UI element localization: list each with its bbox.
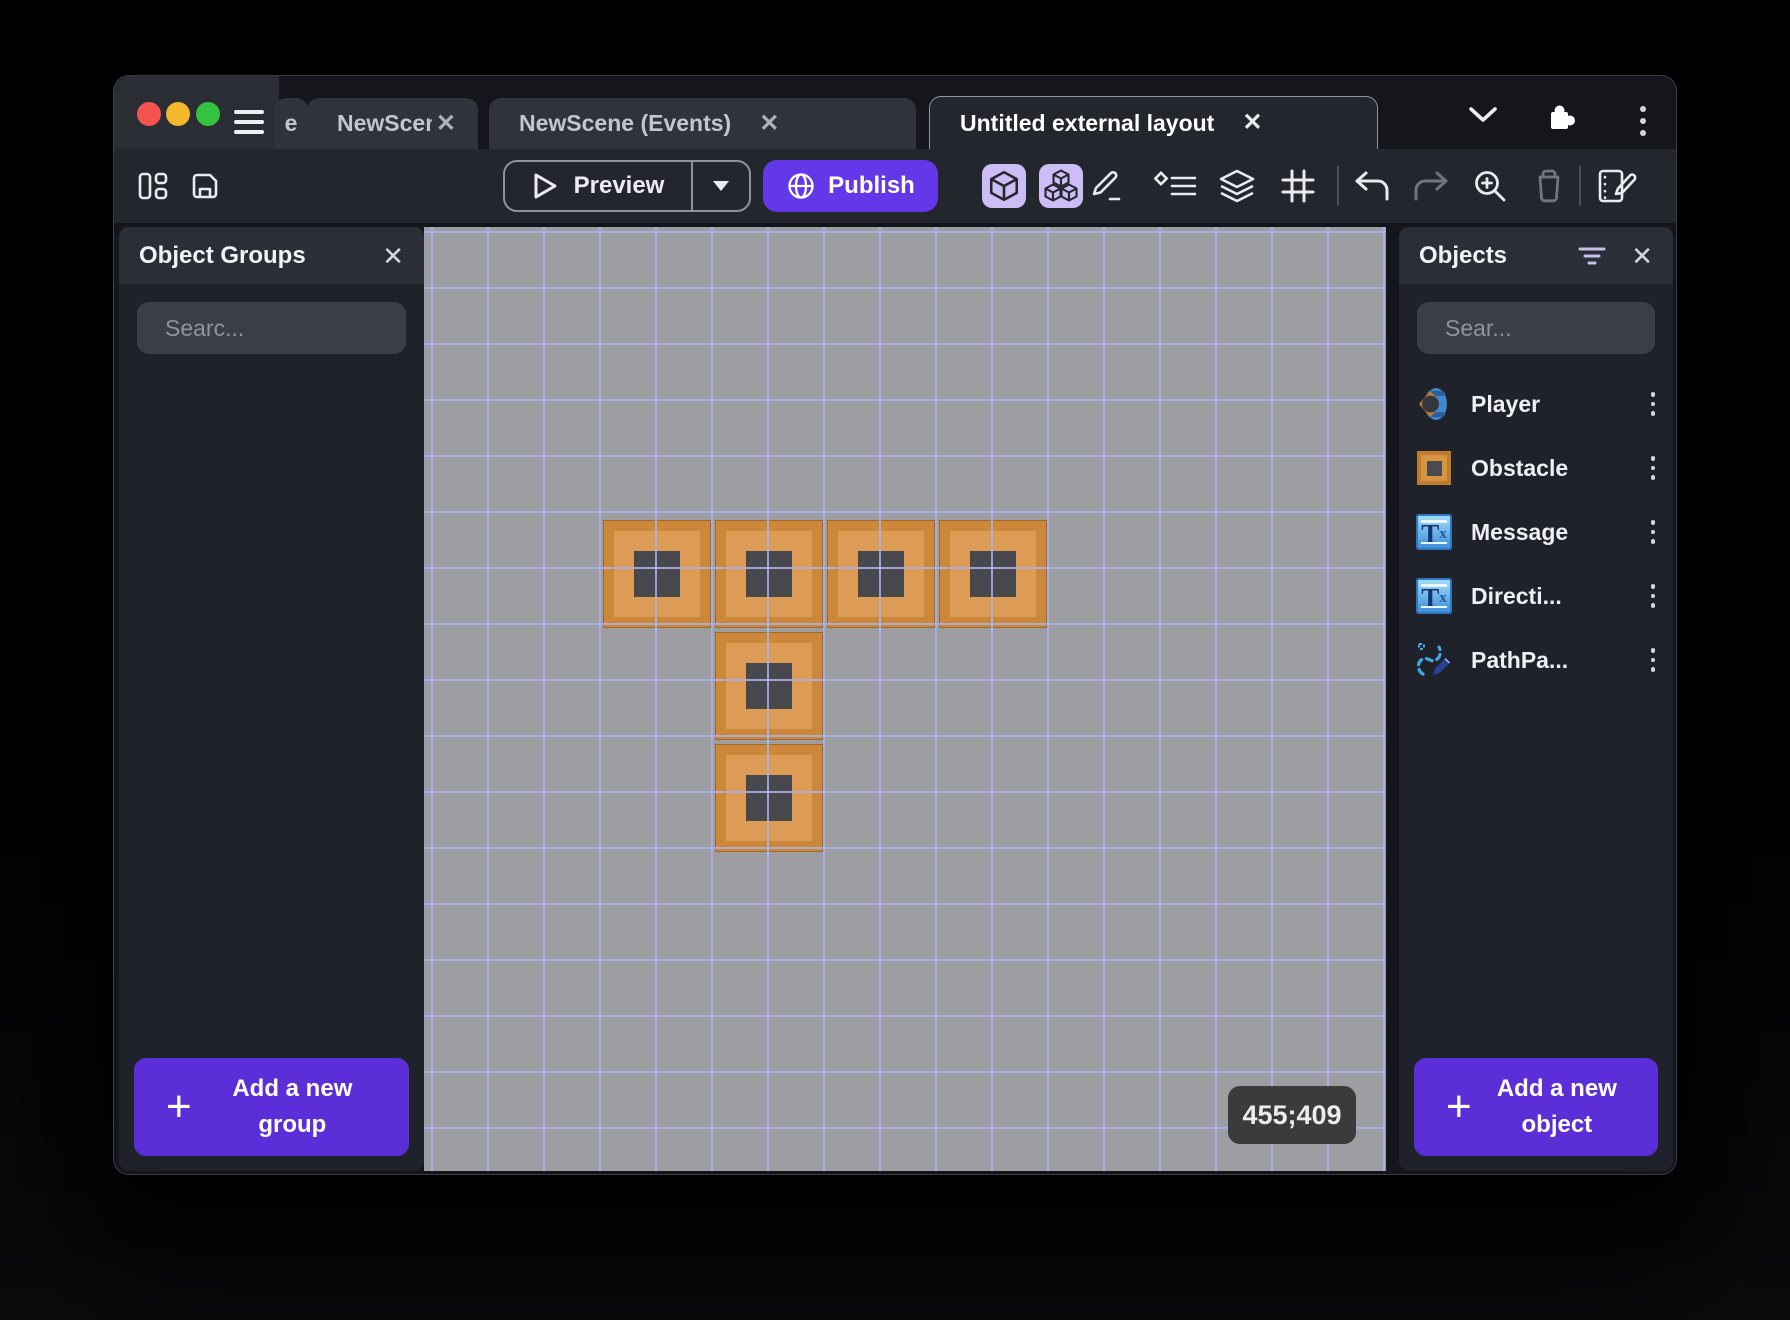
tab-newscene-events[interactable]: NewScene (Events) ✕ xyxy=(489,98,916,149)
toolbar: Preview Publish xyxy=(114,149,1676,223)
objects-panel: Objects ✕ Sear... Player Obstacle T x Me… xyxy=(1399,227,1676,1171)
preview-label: Preview xyxy=(573,172,665,199)
cubes-instances-toggle-icon[interactable] xyxy=(1039,164,1083,208)
undo-icon[interactable] xyxy=(1352,168,1392,204)
zoom-in-icon[interactable] xyxy=(1471,167,1509,205)
layers-icon[interactable] xyxy=(1217,168,1257,204)
preview-dropdown-arrow[interactable] xyxy=(693,162,749,210)
tab-label: NewScene xyxy=(337,110,432,136)
globe-icon xyxy=(788,173,814,199)
publish-button[interactable]: Publish xyxy=(763,160,938,212)
tab-untitled-external-layout[interactable]: Untitled external layout ✕ xyxy=(929,96,1378,149)
text-object-icon: Tx xyxy=(1415,513,1453,551)
divider xyxy=(1579,166,1581,206)
minimize-window-button[interactable] xyxy=(166,102,190,126)
close-tab-icon[interactable]: ✕ xyxy=(759,111,779,136)
puzzle-extension-icon[interactable] xyxy=(1542,98,1582,138)
add-new-object-button[interactable]: + Add a new object xyxy=(1414,1058,1658,1156)
publish-label: Publish xyxy=(828,172,915,199)
main-area: Object Groups ✕ + Add a new group 455;40… xyxy=(114,223,1676,1174)
search-input[interactable] xyxy=(1445,314,1676,342)
object-name: Directi... xyxy=(1471,582,1562,609)
path-paint-icon xyxy=(1415,641,1453,679)
close-window-button[interactable] xyxy=(137,102,161,126)
cursor-coordinates-badge: 455;409 xyxy=(1228,1086,1356,1144)
grid-icon[interactable] xyxy=(1279,167,1317,205)
chevron-down-icon[interactable] xyxy=(1466,102,1500,126)
gdevelop-window: e NewScene ✕ NewScene (Events) ✕ Untitle… xyxy=(113,75,1677,1175)
trash-icon[interactable] xyxy=(1531,167,1567,205)
tab-newscene[interactable]: NewScene ✕ xyxy=(307,98,478,149)
objects-empty-area xyxy=(1399,692,1673,1058)
object-menu-icon[interactable] xyxy=(1645,642,1662,678)
hamburger-menu-icon[interactable] xyxy=(234,110,264,136)
preview-main[interactable]: Preview xyxy=(505,162,691,210)
object-groups-panel: Object Groups ✕ + Add a new group xyxy=(119,227,461,1171)
object-groups-title: Object Groups xyxy=(139,241,306,269)
obstacle-icon xyxy=(1415,449,1453,487)
titlebar-left-block xyxy=(114,76,279,149)
obstacle-instance[interactable] xyxy=(939,520,1047,628)
objects-list: Player Obstacle Tx Message T x Directi..… xyxy=(1399,372,1673,692)
edit-scene-icon[interactable] xyxy=(1596,166,1642,206)
search-input[interactable] xyxy=(165,314,461,342)
filter-icon[interactable] xyxy=(1577,245,1607,267)
close-icon[interactable]: ✕ xyxy=(1631,243,1653,269)
close-tab-icon[interactable]: ✕ xyxy=(1242,111,1262,135)
close-icon[interactable]: ✕ xyxy=(382,243,404,269)
object-groups-search[interactable] xyxy=(137,302,461,354)
tab-label: NewScene (Events) xyxy=(519,110,732,136)
close-tab-icon[interactable]: ✕ xyxy=(436,111,456,136)
scene-canvas[interactable]: 455;409 xyxy=(424,227,1386,1171)
tab-strip: e NewScene ✕ NewScene (Events) ✕ Untitle… xyxy=(114,76,1676,149)
cube-objects-toggle-icon[interactable] xyxy=(982,164,1026,208)
kebab-menu-icon[interactable] xyxy=(1634,100,1652,142)
tab-partial[interactable]: e xyxy=(274,98,308,149)
obstacle-instance[interactable] xyxy=(715,744,823,852)
objects-title: Objects xyxy=(1419,241,1508,269)
player-icon xyxy=(1415,385,1453,423)
object-name: Player xyxy=(1471,390,1541,417)
object-row-pathpaint[interactable]: PathPa... xyxy=(1399,628,1673,692)
play-icon xyxy=(534,173,557,199)
obstacle-instance[interactable] xyxy=(715,632,823,740)
pencil-edit-icon[interactable] xyxy=(1086,167,1124,205)
object-name: PathPa... xyxy=(1471,646,1569,673)
obstacle-instance[interactable] xyxy=(827,520,935,628)
instructions-list-icon[interactable] xyxy=(1154,169,1198,203)
divider xyxy=(1337,166,1339,206)
add-new-group-label: Add a new group xyxy=(232,1075,353,1138)
obstacle-instance[interactable] xyxy=(715,520,823,628)
object-menu-icon[interactable] xyxy=(1645,578,1662,614)
plus-icon: + xyxy=(1446,1082,1472,1132)
text-object-icon: Tx xyxy=(1415,577,1453,615)
tab-partial-label: e xyxy=(284,110,298,136)
preview-button[interactable]: Preview xyxy=(503,160,751,212)
object-menu-icon[interactable] xyxy=(1645,450,1662,486)
object-groups-empty-area xyxy=(119,372,424,1058)
redo-icon[interactable] xyxy=(1411,168,1451,204)
objects-header: Objects ✕ xyxy=(1399,227,1673,284)
maximize-window-button[interactable] xyxy=(196,102,220,126)
layout-panels-icon[interactable] xyxy=(136,169,170,203)
object-name: Obstacle xyxy=(1471,454,1569,481)
object-menu-icon[interactable] xyxy=(1645,514,1662,550)
tab-label: Untitled external layout xyxy=(960,109,1215,136)
object-menu-icon[interactable] xyxy=(1645,386,1662,422)
object-row-player[interactable]: Player xyxy=(1399,372,1673,436)
object-row-message[interactable]: Tx Message xyxy=(1399,500,1673,564)
save-icon[interactable] xyxy=(188,169,222,203)
objects-search[interactable] xyxy=(1417,302,1676,354)
plus-icon: + xyxy=(166,1082,192,1132)
add-new-group-button[interactable]: + Add a new group xyxy=(134,1058,409,1156)
obstacle-instance[interactable] xyxy=(603,520,711,628)
object-row-directions[interactable]: Tx Directi... xyxy=(1399,564,1673,628)
object-row-obstacle[interactable]: Obstacle xyxy=(1399,436,1673,500)
object-groups-header: Object Groups ✕ xyxy=(119,227,424,284)
object-name: Message xyxy=(1471,518,1569,545)
instances-layer xyxy=(424,227,1386,1171)
add-new-object-label: Add a new object xyxy=(1496,1075,1617,1138)
